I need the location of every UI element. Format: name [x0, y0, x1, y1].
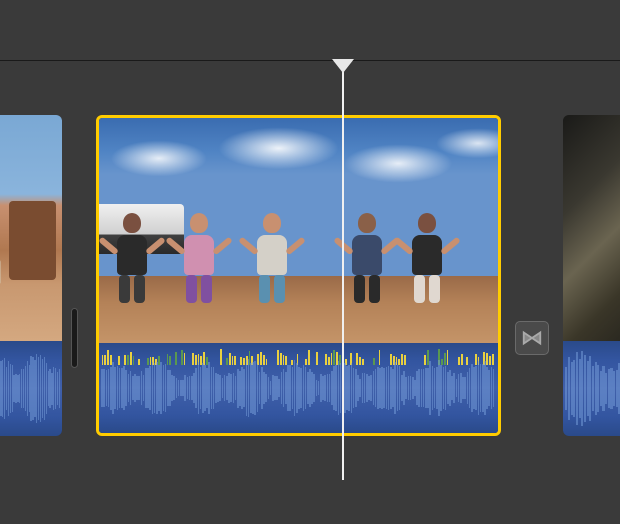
- transition-crossfade-icon[interactable]: [515, 321, 549, 355]
- clip-audio-waveform[interactable]: [0, 341, 62, 436]
- clip-audio-waveform[interactable]: [99, 343, 498, 433]
- video-clip-1[interactable]: [0, 115, 62, 436]
- clip-thumbnail: [563, 115, 620, 341]
- video-clip-3[interactable]: [563, 115, 620, 436]
- playhead[interactable]: [342, 60, 344, 480]
- timeline[interactable]: [0, 62, 620, 462]
- clip-thumbnail: [99, 118, 498, 343]
- toolbar-divider: [0, 60, 620, 61]
- clip-thumbnail: [0, 115, 62, 341]
- video-clip-2-selected[interactable]: [96, 115, 501, 436]
- clip-edge-handle[interactable]: [71, 308, 78, 368]
- clip-audio-waveform[interactable]: [563, 341, 620, 436]
- playhead-marker-icon: [332, 59, 354, 73]
